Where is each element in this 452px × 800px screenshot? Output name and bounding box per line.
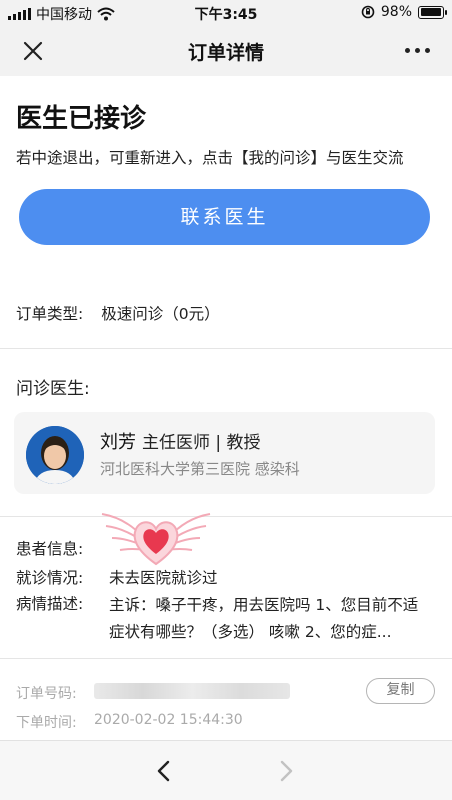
visit-status-label: 就诊情况: — [16, 569, 84, 587]
back-arrow-icon[interactable] — [152, 759, 176, 783]
doctor-hospital: 河北医科大学第三医院 感染科 — [100, 460, 300, 478]
doctor-photo-icon — [26, 426, 84, 484]
heart-wings-logo — [101, 513, 211, 566]
status-bar: 中国移动 下午3:45 98% — [0, 0, 452, 26]
bottom-toolbar — [0, 740, 452, 800]
condition-label: 病情描述: — [16, 595, 84, 613]
battery-percent: 98% — [380, 4, 412, 20]
more-icon[interactable] — [405, 48, 430, 53]
doctor-card[interactable]: 刘芳 主任医师 | 教授 河北医科大学第三医院 感染科 — [14, 412, 435, 494]
forward-arrow-icon[interactable] — [274, 759, 298, 783]
battery-icon — [418, 5, 447, 19]
order-type-row: 订单类型: 极速问诊（0元） — [16, 302, 220, 324]
rotation-lock-icon — [361, 5, 375, 19]
contact-doctor-button[interactable]: 联系医生 — [19, 189, 430, 245]
doctor-title: 主任医师 | 教授 — [142, 433, 261, 453]
order-time-value: 2020-02-02 15:44:30 — [94, 712, 243, 728]
copy-button[interactable]: 复制 — [366, 678, 435, 704]
patient-info-label: 患者信息: — [16, 540, 84, 558]
battery-fill — [420, 8, 442, 16]
order-type-label: 订单类型: — [16, 305, 84, 323]
order-number-redacted — [94, 683, 290, 699]
page-title: 订单详情 — [187, 42, 264, 64]
consult-status-heading: 医生已接诊 — [16, 104, 147, 134]
divider — [0, 348, 452, 349]
order-time-label: 下单时间: — [16, 715, 77, 731]
divider — [0, 658, 452, 659]
doctor-avatar — [26, 426, 84, 484]
condition-description: 主诉：嗓子干疼，用去医院吗 1、您目前不适症状有哪些？（多选） 咳嗽 2、您的症… — [109, 596, 419, 641]
nav-bar: 订单详情 — [0, 26, 452, 76]
doctor-name-line: 刘芳 主任医师 | 教授 — [100, 428, 261, 454]
order-number-label: 订单号码: — [16, 686, 77, 702]
doctor-section-title: 问诊医生: — [16, 379, 90, 399]
divider — [0, 516, 452, 517]
doctor-name: 刘芳 — [100, 432, 136, 453]
order-type-value: 极速问诊（0元） — [101, 305, 220, 323]
status-right: 98% — [361, 4, 447, 20]
consult-hint: 若中途退出，可重新进入，点击【我的问诊】与医生交流 — [16, 149, 404, 167]
